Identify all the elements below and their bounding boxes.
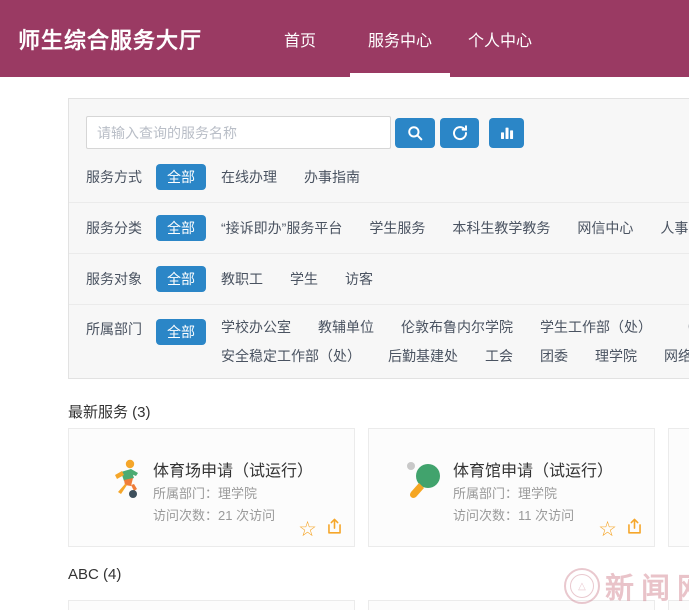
filter-option[interactable]: 学生服务 <box>369 218 425 238</box>
filter-label: 服务对象 <box>86 269 142 289</box>
filter-option[interactable]: 访客 <box>345 269 373 289</box>
abc-heading: ABC (4) <box>68 566 121 583</box>
filter-option[interactable]: 网络安全 <box>664 346 689 366</box>
table-tennis-icon <box>403 457 447 501</box>
share-icon[interactable] <box>625 517 644 541</box>
filter-option[interactable]: 教辅单位 <box>318 317 374 337</box>
filter-option[interactable]: 学校办公室 <box>221 317 291 337</box>
filter-option[interactable]: 伦敦布鲁内尔学院 <box>401 317 513 337</box>
filter-label: 服务分类 <box>86 218 142 238</box>
filter-option[interactable]: 团委 <box>540 346 568 366</box>
filter-option[interactable]: （研究生 <box>679 317 689 337</box>
app-header: 师生综合服务大厅 首页 服务中心 个人中心 <box>0 0 689 77</box>
abc-cards <box>68 600 689 610</box>
filter-option[interactable]: 人事处 <box>660 218 689 238</box>
service-dept: 所属部门：理学院 <box>153 483 257 502</box>
service-title: 体育场申请（试运行） <box>153 457 313 481</box>
main-nav: 首页 服务中心 个人中心 <box>250 0 550 77</box>
favorite-star-icon[interactable]: ☆ <box>298 519 317 540</box>
filter-option[interactable]: “接诉即办”服务平台 <box>221 218 342 238</box>
latest-services-heading: 最新服务 (3) <box>68 401 151 422</box>
filter-option[interactable]: 学生 <box>290 269 318 289</box>
service-card[interactable] <box>68 600 355 610</box>
filter-row-service-target: 服务对象 全部 教职工 学生 访客 <box>69 254 689 305</box>
filter-row-service-category: 服务分类 全部 “接诉即办”服务平台 学生服务 本科生教学教务 网信中心 人事处 <box>69 203 689 254</box>
search-icon <box>406 124 424 142</box>
card-actions: ☆ <box>598 517 644 541</box>
nav-personal-center[interactable]: 个人中心 <box>450 0 550 77</box>
nav-home[interactable]: 首页 <box>250 0 350 77</box>
service-card[interactable] <box>368 600 655 610</box>
filter-option[interactable]: 在线办理 <box>221 167 277 187</box>
filter-option[interactable]: 网信中心 <box>577 218 633 238</box>
filter-option[interactable]: 后勤基建处 <box>388 346 458 366</box>
refresh-button[interactable] <box>440 118 479 148</box>
filter-option[interactable]: 教职工 <box>221 269 263 289</box>
refresh-icon <box>451 124 469 142</box>
filter-option[interactable]: 办事指南 <box>304 167 360 187</box>
service-dept: 所属部门：理学院 <box>453 483 557 502</box>
nav-service-center[interactable]: 服务中心 <box>350 0 450 77</box>
search-input[interactable] <box>86 116 391 149</box>
service-card-stadium[interactable]: 体育场申请（试运行） 所属部门：理学院 访问次数：21 次访问 ☆ <box>68 428 355 547</box>
filter-option[interactable]: 学生工作部（处） <box>540 317 652 337</box>
seal-logo-icon: △ <box>564 568 600 604</box>
filter-label: 服务方式 <box>86 167 142 187</box>
filter-all-pill[interactable]: 全部 <box>156 319 206 345</box>
favorite-star-icon[interactable]: ☆ <box>598 519 617 540</box>
app-title: 师生综合服务大厅 <box>18 23 202 55</box>
chart-button[interactable] <box>489 118 524 148</box>
filter-all-pill[interactable]: 全部 <box>156 164 206 190</box>
filter-option[interactable]: 工会 <box>485 346 513 366</box>
search-button[interactable] <box>395 118 435 148</box>
service-title: 体育馆申请（试运行） <box>453 457 613 481</box>
service-visits: 访问次数：11 次访问 <box>453 505 574 524</box>
filter-all-pill[interactable]: 全部 <box>156 215 206 241</box>
service-visits: 访问次数：21 次访问 <box>153 505 275 524</box>
soccer-player-icon <box>103 457 147 501</box>
service-card-gym[interactable]: 体育馆申请（试运行） 所属部门：理学院 访问次数：11 次访问 ☆ <box>368 428 655 547</box>
search-row <box>86 116 689 149</box>
share-icon[interactable] <box>325 517 344 541</box>
filter-label: 所属部门 <box>86 319 142 339</box>
filter-row-service-mode: 服务方式 全部 在线办理 办事指南 <box>69 152 689 203</box>
filter-option[interactable]: 理学院 <box>595 346 637 366</box>
card-actions: ☆ <box>298 517 344 541</box>
filter-option[interactable]: 安全稳定工作部（处） <box>221 346 361 366</box>
latest-services-cards: 体育场申请（试运行） 所属部门：理学院 访问次数：21 次访问 ☆ 体育馆申请（… <box>68 428 689 547</box>
service-card[interactable] <box>668 600 689 610</box>
service-card-partial[interactable] <box>668 428 689 547</box>
filter-panel: 服务方式 全部 在线办理 办事指南 服务分类 全部 “接诉即办”服务平台 学生服… <box>68 98 689 379</box>
filter-all-pill[interactable]: 全部 <box>156 266 206 292</box>
bar-chart-icon <box>499 125 515 141</box>
filter-option[interactable]: 本科生教学教务 <box>452 218 550 238</box>
filter-row-department: 所属部门 全部 学校办公室 教辅单位 伦敦布鲁内尔学院 学生工作部（处） （研究… <box>69 305 689 378</box>
